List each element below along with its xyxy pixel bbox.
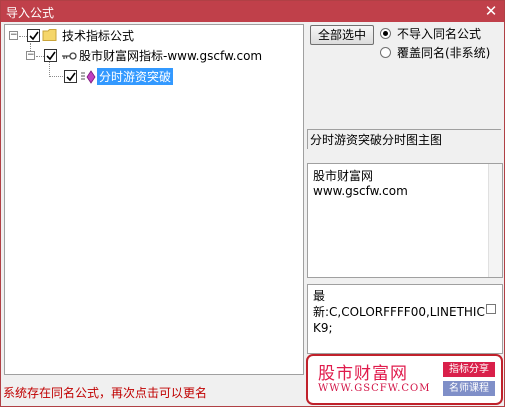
brand-url: WWW.GSCFW.COM xyxy=(318,383,431,394)
code-line-2: 新:C,COLORFFFF00,LINETHIC xyxy=(313,305,485,319)
tree-root-label[interactable]: 技术指标公式 xyxy=(62,27,134,44)
title-bar: 导入公式 ✕ xyxy=(1,1,504,22)
collapse-icon[interactable]: − xyxy=(26,51,35,60)
radio-no-import[interactable] xyxy=(380,28,391,39)
code-line-1: 最 xyxy=(313,289,326,303)
tag-indicator-share: 指标分享 xyxy=(443,362,495,377)
brand-banner: 股市财富网 WWW.GSCFW.COM 指标分享 名师课程 xyxy=(306,354,503,405)
checkmark-icon xyxy=(29,31,39,41)
info-line-1: 股市财富网 xyxy=(313,169,374,183)
tree-connector xyxy=(19,36,27,37)
info-line-2: www.gscfw.com xyxy=(313,184,408,198)
status-message: 系统存在同名公式，再次点击可以更名 xyxy=(3,386,208,400)
folder-icon xyxy=(42,29,57,41)
radio-no-import-label[interactable]: 不导入同名公式 xyxy=(397,25,481,42)
formula-checkbox[interactable] xyxy=(64,70,77,83)
brand-name: 股市财富网 xyxy=(318,364,408,384)
key-icon xyxy=(62,52,77,60)
tree-connector xyxy=(49,62,50,77)
checkmark-icon xyxy=(46,51,56,61)
tree-connector xyxy=(49,76,63,77)
radio-overwrite-label[interactable]: 覆盖同名(非系统) xyxy=(397,44,490,61)
close-icon[interactable]: ✕ xyxy=(482,2,500,20)
code-textbox[interactable]: 最 新:C,COLORFFFF00,LINETHIC K9; xyxy=(307,284,503,354)
formula-tree[interactable]: − 技术指标公式 − 股市财富网指标-www.gscfw.com 分时游资突破 xyxy=(4,24,304,375)
tree-group-label[interactable]: 股市财富网指标-www.gscfw.com xyxy=(79,47,262,64)
radio-overwrite[interactable] xyxy=(380,47,391,58)
tree-connector xyxy=(36,56,44,57)
root-checkbox[interactable] xyxy=(27,29,40,42)
formula-description: 分时游资突破分时图主图 xyxy=(307,129,501,149)
formula-icon xyxy=(81,70,96,84)
window-title: 导入公式 xyxy=(6,6,55,20)
tag-teacher-course: 名师课程 xyxy=(443,381,495,396)
tree-formula-label[interactable]: 分时游资突破 xyxy=(97,68,174,85)
code-line-3: K9; xyxy=(313,321,333,335)
group-checkbox[interactable] xyxy=(44,49,57,62)
checkmark-icon xyxy=(66,72,76,82)
select-all-button[interactable]: 全部选中 xyxy=(310,25,374,45)
wrap-checkbox[interactable] xyxy=(486,304,496,314)
scrollbar[interactable] xyxy=(488,164,502,277)
info-textbox[interactable]: 股市财富网 www.gscfw.com xyxy=(307,163,503,278)
import-formula-dialog: 导入公式 ✕ − 技术指标公式 − 股市财富网指标-www.gscfw.com xyxy=(0,0,505,407)
collapse-icon[interactable]: − xyxy=(9,31,18,40)
